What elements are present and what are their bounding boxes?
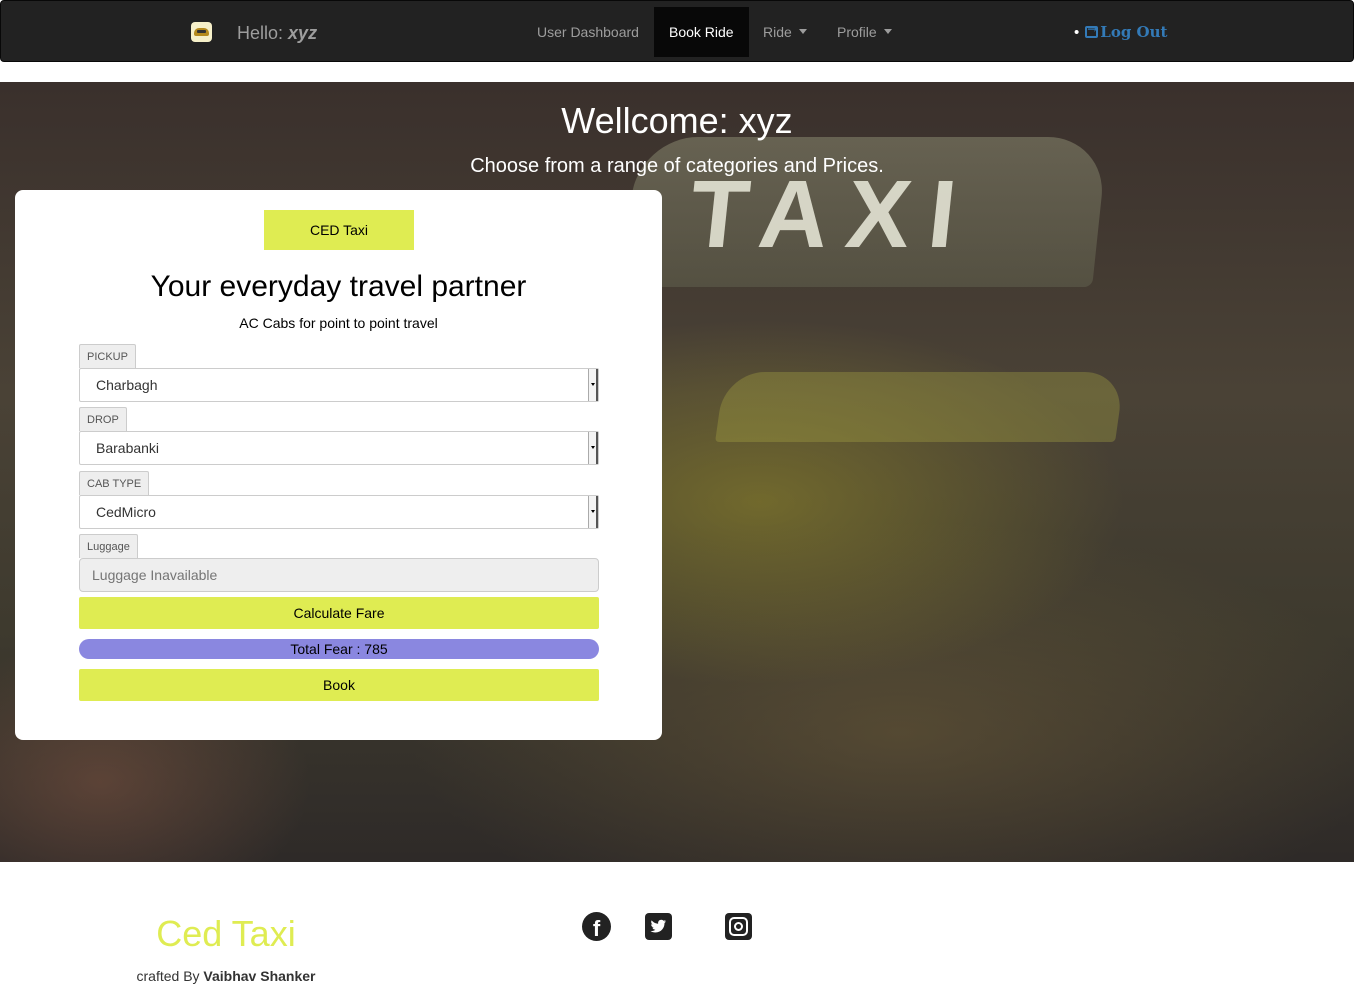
caret-down-icon: [798, 29, 807, 34]
nav-profile-label: Profile: [837, 24, 877, 40]
luggage-label: Luggage: [79, 534, 138, 558]
hero-taxi-reflection: [715, 372, 1125, 442]
footer-brand: Ced Taxi: [156, 913, 296, 954]
nav-profile-dropdown[interactable]: Profile: [822, 7, 907, 57]
nav-user-dashboard[interactable]: User Dashboard: [522, 7, 654, 57]
list-bullet: •: [1074, 24, 1080, 41]
greeting-user: xyz: [288, 23, 318, 43]
nav-ride-dropdown[interactable]: Ride: [748, 7, 822, 57]
credit-name: Vaibhav Shanker: [203, 968, 316, 984]
logout-label: Log Out: [1100, 23, 1168, 41]
cab-type-select[interactable]: CedMicro: [79, 495, 599, 529]
drop-label: DROP: [79, 407, 127, 431]
drop-select[interactable]: Barabanki: [79, 431, 599, 465]
nav-book-ride[interactable]: Book Ride: [654, 7, 749, 57]
credit-prefix: crafted By: [136, 968, 200, 984]
cab-type-value: CedMicro: [96, 504, 156, 520]
total-fare-display: Total Fear : 785: [79, 639, 599, 659]
calculate-fare-button[interactable]: Calculate Fare: [79, 597, 599, 629]
greeting: Hello: xyz: [237, 23, 317, 44]
hero-title: Wellcome: xyz: [561, 100, 793, 141]
pickup-value: Charbagh: [96, 377, 158, 393]
logout-link[interactable]: • Log Out: [1074, 22, 1168, 41]
pickup-select[interactable]: Charbagh: [79, 368, 599, 402]
drop-value: Barabanki: [96, 440, 160, 456]
footer-credit: crafted By Vaibhav Shanker: [0, 968, 452, 984]
nav-user-dashboard-label: User Dashboard: [537, 24, 639, 40]
chevron-down-icon: [588, 369, 598, 401]
pickup-label: PICKUP: [79, 344, 136, 368]
logo-icon[interactable]: [191, 22, 212, 42]
twitter-icon[interactable]: [645, 913, 672, 940]
cab-type-label: CAB TYPE: [79, 471, 150, 495]
luggage-input[interactable]: [79, 558, 599, 592]
card-title: Your everyday travel partner: [150, 270, 527, 303]
nav-ride-label: Ride: [763, 24, 792, 40]
brand-button[interactable]: CED Taxi: [264, 210, 414, 250]
nav-book-ride-label: Book Ride: [669, 24, 734, 40]
chevron-down-icon: [588, 496, 598, 528]
booking-card: CED Taxi Your everyday travel partner AC…: [15, 190, 662, 740]
logout-icon: [1085, 22, 1099, 38]
top-navbar: Hello: xyz User Dashboard Book Ride Ride…: [0, 0, 1354, 62]
chevron-down-icon: [588, 432, 598, 464]
instagram-icon[interactable]: [725, 913, 752, 940]
facebook-icon[interactable]: f: [582, 912, 611, 941]
card-subtitle: AC Cabs for point to point travel: [239, 315, 438, 331]
greeting-prefix: Hello:: [237, 23, 284, 43]
caret-down-icon: [883, 29, 892, 34]
hero-subtitle: Choose from a range of categories and Pr…: [470, 155, 884, 177]
book-button[interactable]: Book: [79, 669, 599, 701]
